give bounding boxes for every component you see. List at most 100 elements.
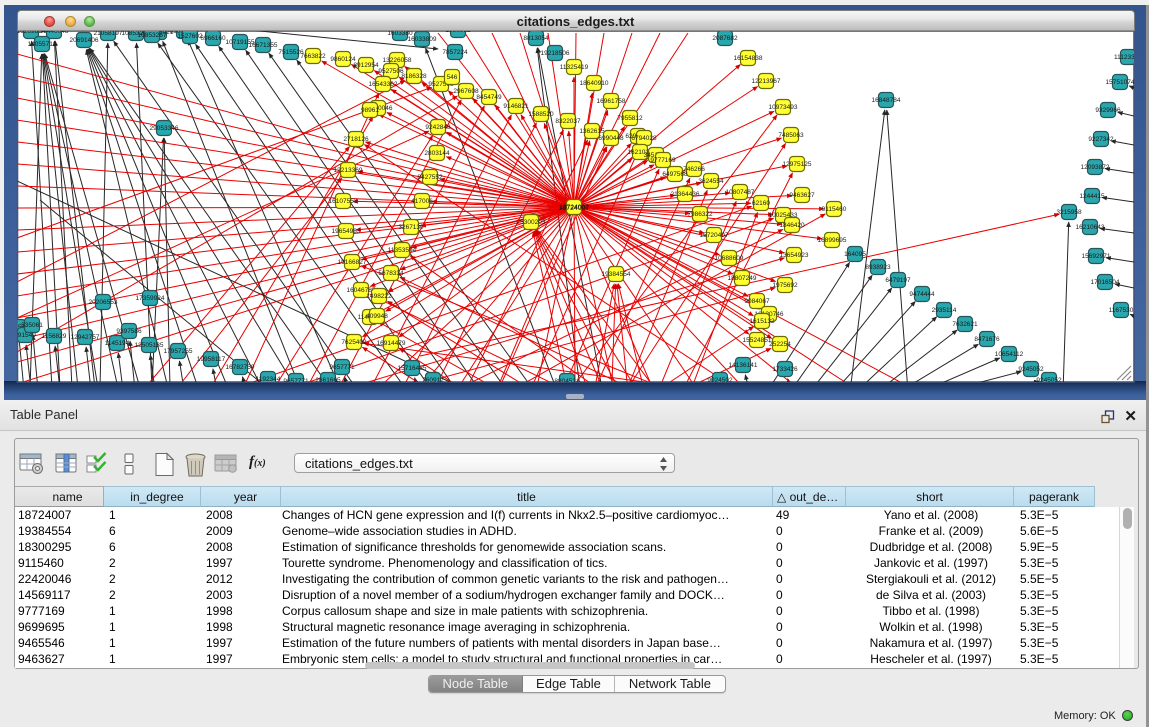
svg-text:9227342: 9227342	[1088, 136, 1114, 143]
svg-text:6479197: 6479197	[885, 277, 911, 284]
svg-text:1167530: 1167530	[1109, 307, 1134, 314]
svg-text:1527602: 1527602	[177, 33, 203, 40]
svg-text:20691406: 20691406	[70, 37, 99, 44]
svg-text:9024502: 9024502	[707, 377, 733, 384]
svg-text:18724007: 18724007	[558, 205, 589, 212]
svg-text:1975692: 1975692	[772, 282, 798, 289]
svg-text:20206553: 20206553	[89, 299, 118, 306]
svg-text:19166827: 19166827	[338, 259, 367, 266]
svg-text:19384554: 19384554	[602, 271, 631, 278]
svg-text:835061: 835061	[21, 322, 43, 329]
svg-text:9242848: 9242848	[425, 124, 451, 131]
svg-text:2087682: 2087682	[712, 35, 738, 42]
svg-text:16033809: 16033809	[408, 36, 437, 43]
svg-text:1588520: 1588520	[528, 111, 554, 118]
svg-text:8813054: 8813054	[523, 35, 549, 42]
svg-text:15692971: 15692971	[1082, 253, 1111, 260]
svg-text:7986322: 7986322	[687, 211, 713, 218]
svg-text:1145194: 1145194	[105, 340, 130, 347]
svg-text:16914479: 16914479	[377, 340, 406, 347]
svg-text:19958117: 19958117	[197, 356, 226, 363]
svg-text:14136141: 14136141	[729, 362, 758, 369]
svg-text:8471676: 8471676	[974, 336, 1000, 343]
svg-text:17957255: 17957255	[164, 348, 193, 355]
svg-text:10973493: 10973493	[769, 104, 798, 111]
svg-text:10654112: 10654112	[995, 351, 1024, 358]
svg-text:18640910: 18640910	[580, 80, 609, 87]
svg-text:8427552: 8427552	[417, 174, 443, 181]
svg-text:1615132: 1615132	[749, 318, 775, 325]
svg-text:252254: 252254	[769, 341, 791, 348]
svg-text:9146821: 9146821	[503, 103, 529, 110]
svg-text:12505135: 12505135	[135, 342, 164, 349]
svg-text:10688609: 10688609	[715, 255, 744, 262]
svg-text:409948: 409948	[366, 313, 388, 320]
svg-text:9860124: 9860124	[330, 56, 356, 63]
svg-text:9084067: 9084067	[744, 298, 770, 305]
svg-text:9397586: 9397586	[116, 328, 142, 335]
svg-text:15751074: 15751074	[1106, 79, 1135, 86]
svg-text:6966160: 6966160	[200, 35, 226, 42]
svg-text:1244415: 1244415	[1079, 193, 1105, 200]
svg-text:16543362: 16543362	[369, 81, 398, 88]
svg-text:9115460: 9115460	[822, 206, 847, 213]
svg-text:8904521: 8904521	[554, 378, 580, 385]
svg-text:14055713: 14055713	[28, 41, 57, 48]
svg-text:16210643: 16210643	[1076, 224, 1105, 231]
svg-text:21058197: 21058197	[94, 30, 123, 37]
svg-text:7485063: 7485063	[778, 132, 804, 139]
svg-text:1192344: 1192344	[256, 376, 281, 383]
svg-text:9657771: 9657771	[329, 364, 355, 371]
svg-text:2803144: 2803144	[424, 150, 450, 157]
svg-text:15524851: 15524851	[743, 337, 772, 344]
svg-text:2967608: 2967608	[453, 88, 479, 95]
svg-text:9474444: 9474444	[909, 291, 935, 298]
svg-text:18807249: 18807249	[728, 275, 757, 282]
svg-text:7857224: 7857224	[442, 49, 468, 56]
svg-text:9527506: 9527506	[378, 68, 404, 75]
svg-text:98961: 98961	[361, 107, 379, 114]
svg-text:29053346: 29053346	[150, 125, 179, 132]
svg-text:7663822: 7663822	[300, 53, 326, 60]
svg-text:2661665: 2661665	[315, 377, 341, 384]
svg-text:546: 546	[447, 74, 458, 81]
svg-text:5678334: 5678334	[378, 270, 404, 277]
svg-text:16961758: 16961758	[597, 98, 626, 105]
svg-text:3215958: 3215958	[1056, 209, 1082, 216]
svg-text:9777169: 9777169	[650, 157, 676, 164]
svg-text:12942757: 12942757	[71, 334, 100, 341]
svg-text:8938923: 8938923	[865, 264, 891, 271]
svg-text:16848784: 16848784	[872, 97, 901, 104]
svg-text:6497568: 6497568	[662, 171, 688, 178]
svg-text:25300203: 25300203	[517, 219, 546, 226]
svg-text:12213967: 12213967	[752, 78, 781, 85]
svg-text:11325419: 11325419	[560, 64, 589, 71]
svg-text:19218506: 19218506	[541, 50, 570, 57]
svg-text:8912954: 8912954	[353, 62, 379, 69]
svg-text:11123344: 11123344	[1114, 54, 1142, 61]
svg-text:6794028: 6794028	[631, 135, 657, 142]
svg-text:62160: 62160	[752, 200, 770, 207]
svg-text:9245052: 9245052	[1018, 366, 1044, 373]
svg-text:1362615: 1362615	[579, 128, 605, 135]
svg-text:17359924: 17359924	[136, 295, 165, 302]
svg-text:164095: 164095	[844, 251, 866, 258]
svg-text:2718126: 2718126	[343, 136, 369, 143]
svg-text:10807487: 10807487	[726, 189, 755, 196]
svg-text:1846420: 1846420	[779, 222, 805, 229]
svg-text:13654923: 13654923	[780, 252, 809, 259]
svg-text:9657771: 9657771	[283, 378, 309, 385]
svg-text:16154838: 16154838	[734, 55, 763, 62]
svg-text:10853267: 10853267	[138, 32, 167, 39]
svg-text:1498222: 1498222	[366, 293, 392, 300]
svg-text:1733426: 1733426	[772, 366, 798, 373]
svg-text:12093872: 12093872	[1081, 164, 1110, 171]
svg-text:7955812: 7955812	[617, 115, 643, 122]
svg-text:8186328: 8186328	[401, 73, 427, 80]
svg-text:11353594: 11353594	[388, 247, 417, 254]
svg-text:1156829: 1156829	[42, 333, 67, 340]
svg-text:3624554: 3624554	[698, 178, 724, 185]
svg-text:760912: 760912	[422, 377, 444, 384]
svg-text:6990448: 6990448	[598, 135, 624, 142]
svg-text:15716485: 15716485	[398, 365, 427, 372]
